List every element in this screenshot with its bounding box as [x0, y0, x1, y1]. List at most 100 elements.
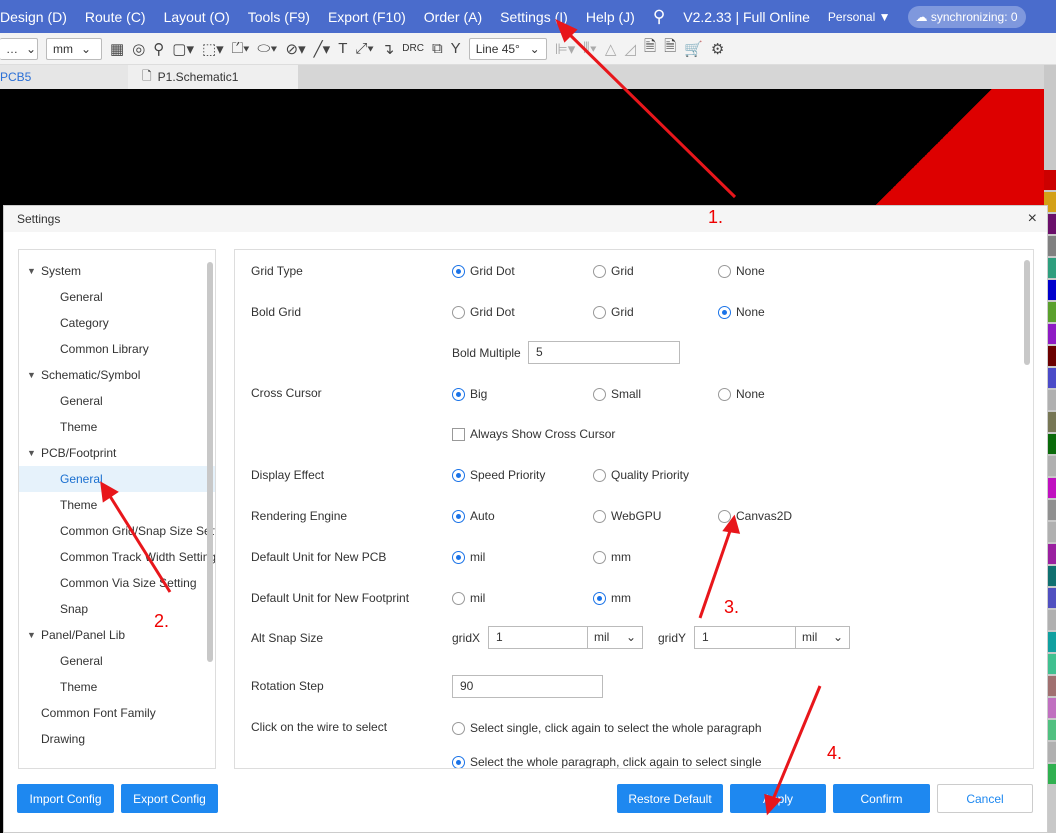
pcb-canvas[interactable] [0, 89, 1044, 205]
radio-button[interactable] [452, 468, 465, 482]
tree-item[interactable]: Drawing [19, 726, 215, 752]
tree-item[interactable]: Theme [19, 414, 215, 440]
radio-button[interactable] [452, 591, 465, 605]
radio-button[interactable] [593, 305, 606, 319]
gridx-input[interactable]: 1 [488, 626, 588, 649]
dimension-icon[interactable]: ⤢▾ [355, 40, 373, 57]
region-icon[interactable]: ⬚▾ [202, 40, 224, 58]
copy-icon[interactable]: ⧉ [432, 40, 443, 57]
via-icon[interactable]: ◎ [132, 40, 145, 58]
tree-item[interactable]: General [19, 466, 215, 492]
radio-option[interactable]: Small [593, 387, 641, 401]
confirm-button[interactable]: Confirm [833, 784, 930, 813]
radio-option[interactable]: mm [593, 550, 631, 564]
align-icon[interactable]: ⊫▾ [555, 40, 576, 58]
drc-button[interactable]: DRC [402, 43, 424, 54]
radio-button[interactable] [452, 755, 465, 768]
radio-button[interactable] [593, 468, 606, 482]
rotation-step-input[interactable]: 90 [452, 675, 603, 698]
menu-order[interactable]: Order (A) [415, 9, 491, 25]
radio-button[interactable] [593, 264, 606, 278]
panel-scrollbar[interactable] [1024, 260, 1030, 365]
search-icon[interactable]: ⚲ [644, 7, 674, 27]
pad-icon[interactable]: ⚲ [153, 40, 164, 58]
gridy-input[interactable]: 1 [694, 626, 796, 649]
radio-button[interactable] [452, 387, 465, 401]
menu-settings[interactable]: Settings (I) [491, 9, 577, 25]
menu-tools[interactable]: Tools (F9) [239, 9, 319, 25]
radio-option[interactable]: None [718, 305, 765, 319]
restore-default-button[interactable]: Restore Default [617, 784, 723, 813]
gridy-unit-select[interactable]: mil ⌄ [795, 626, 850, 649]
tree-item[interactable]: Theme [19, 674, 215, 700]
close-icon[interactable]: × [1028, 210, 1037, 228]
tree-item[interactable]: Common Track Width Setting [19, 544, 215, 570]
tab-schematic[interactable]: 🗋 P1.Schematic1 [128, 65, 298, 89]
bold-multiple-input[interactable]: 5 [528, 341, 680, 364]
tab-pcb5[interactable]: PCB5 [0, 65, 128, 89]
grid-select[interactable]: … ⌄ [0, 37, 38, 60]
menu-route[interactable]: Route (C) [76, 9, 155, 25]
tree-item[interactable]: ▼ System [19, 258, 215, 284]
cancel-button[interactable]: Cancel [937, 784, 1033, 813]
radio-button[interactable] [452, 550, 465, 564]
radio-button[interactable] [593, 509, 606, 523]
route-icon[interactable]: ↴ [382, 40, 395, 58]
tree-item[interactable]: ▼ Panel/Panel Lib [19, 622, 215, 648]
radio-option[interactable]: mm [593, 591, 631, 605]
layer-color-swatch[interactable] [1044, 170, 1056, 190]
radio-option[interactable]: Select the whole paragraph, click again … [452, 755, 762, 768]
radio-option[interactable]: Big [452, 387, 487, 401]
radio-option[interactable]: Auto [452, 509, 495, 523]
cart-icon[interactable]: 🛒 [684, 40, 703, 58]
tree-item[interactable]: General [19, 388, 215, 414]
radio-button[interactable] [452, 509, 465, 523]
radio-option[interactable]: mil [452, 591, 485, 605]
distribute-icon[interactable]: ⫴▾ [583, 40, 597, 57]
radio-button[interactable] [718, 387, 731, 401]
caret-down-icon[interactable]: ▼ [27, 370, 41, 380]
ellipse-icon[interactable]: ⬭▾ [257, 40, 277, 57]
account-menu[interactable]: Personal ▼ [819, 10, 900, 24]
radio-option[interactable]: mil [452, 550, 485, 564]
radio-option[interactable]: Grid [593, 264, 634, 278]
import-config-button[interactable]: Import Config [17, 784, 114, 813]
radio-option[interactable]: Grid [593, 305, 634, 319]
menu-layout[interactable]: Layout (O) [155, 9, 239, 25]
radio-button[interactable] [593, 591, 606, 605]
radio-button[interactable] [452, 264, 465, 278]
radio-option[interactable]: None [718, 264, 765, 278]
radio-button[interactable] [452, 305, 465, 319]
checkbox[interactable] [452, 427, 465, 441]
radio-option[interactable]: Grid Dot [452, 264, 515, 278]
tree-item[interactable]: ▼ Schematic/Symbol [19, 362, 215, 388]
polygon-icon[interactable]: ⏍▾ [232, 40, 250, 57]
gridx-unit-select[interactable]: mil ⌄ [587, 626, 643, 649]
branch-icon[interactable]: Y [451, 40, 461, 57]
tree-item[interactable]: Common Library [19, 336, 215, 362]
radio-option[interactable]: Quality Priority [593, 468, 689, 482]
no-icon[interactable]: ⊘▾ [286, 40, 306, 58]
tree-item[interactable]: General [19, 648, 215, 674]
radio-option[interactable]: WebGPU [593, 509, 661, 523]
line-mode-select[interactable]: Line 45° ⌄ [468, 37, 547, 60]
radio-button[interactable] [593, 387, 606, 401]
menu-export[interactable]: Export (F10) [319, 9, 415, 25]
flip-icon[interactable]: △ [605, 40, 617, 58]
menu-design[interactable]: Design (D) [0, 9, 76, 25]
menu-help[interactable]: Help (J) [577, 9, 644, 25]
tree-item[interactable]: Theme [19, 492, 215, 518]
tree-item[interactable]: General [19, 284, 215, 310]
gear-icon[interactable]: ⚙ [711, 40, 724, 58]
export-icon[interactable]: 🗎 [664, 36, 676, 61]
tree-item[interactable]: Snap [19, 596, 215, 622]
gerber-icon[interactable]: 🗎 [644, 36, 656, 61]
sync-status[interactable]: ☁ synchronizing: 0 [907, 5, 1026, 28]
apply-button[interactable]: Apply [730, 784, 826, 813]
radio-button[interactable] [718, 264, 731, 278]
radio-option[interactable]: None [718, 387, 765, 401]
tree-item[interactable]: Common Grid/Snap Size Setting [19, 518, 215, 544]
radio-option[interactable]: Select single, click again to select the… [452, 721, 762, 735]
radio-button[interactable] [452, 721, 465, 735]
export-config-button[interactable]: Export Config [121, 784, 218, 813]
